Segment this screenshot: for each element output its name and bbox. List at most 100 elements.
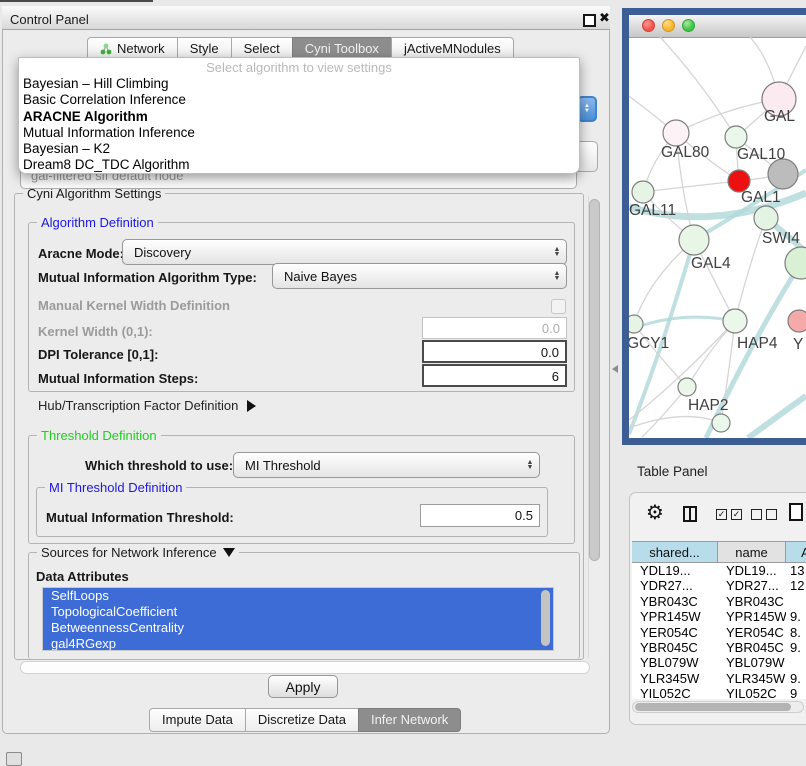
focused-combobox-stepper-fragment[interactable]: ▲▼ (577, 96, 597, 122)
mi-steps-label: Mutual Information Steps: (38, 371, 198, 386)
export-table-icon[interactable] (789, 503, 803, 521)
mi-threshold-field[interactable]: 0.5 (420, 504, 540, 527)
manual-kernel-width-checkbox[interactable] (551, 299, 566, 314)
sources-title-label: Sources for Network Inference (41, 545, 217, 560)
table-row[interactable]: YBR043CYBR043C (632, 594, 806, 609)
table-horizontal-scrollbar[interactable] (632, 701, 804, 713)
network-node-hap2[interactable] (678, 378, 696, 396)
close-icon[interactable]: ✖ (599, 10, 610, 26)
columns-icon[interactable] (683, 506, 697, 522)
mi-algorithm-type-value: Naive Bayes (273, 269, 548, 284)
data-attributes-list[interactable]: SelfLoopsTopologicalCoefficientBetweenne… (42, 587, 554, 651)
network-node-label: GAL11 (629, 202, 676, 219)
network-node[interactable] (712, 414, 730, 432)
table-cell: YDR27... (632, 578, 718, 593)
tab-impute-data[interactable]: Impute Data (149, 708, 246, 732)
network-node[interactable] (785, 247, 806, 279)
network-node-gal10[interactable] (725, 126, 747, 148)
float-window-icon[interactable] (583, 14, 596, 27)
tab-style-label: Style (190, 41, 219, 56)
hub-definition-label: Hub/Transcription Factor Definition (38, 398, 238, 413)
data-attribute-item[interactable]: gal4RGexp (43, 636, 553, 651)
algorithm-option[interactable]: Dream8 DC_TDC Algorithm (19, 157, 579, 173)
zoom-traffic-light-icon[interactable] (682, 19, 695, 32)
table-cell: YIL052C (718, 686, 786, 699)
table-cell: YBL079W (632, 655, 718, 670)
network-node-gcy1[interactable] (629, 315, 643, 333)
network-node-gal4[interactable] (679, 225, 709, 255)
network-edge[interactable] (642, 387, 687, 437)
table-cell: YPR145W (718, 609, 786, 624)
network-edge[interactable] (629, 417, 721, 428)
algorithm-option[interactable]: Basic Correlation Inference (19, 92, 579, 108)
table-cell: YBR045C (718, 640, 786, 655)
splitter-arrow-icon[interactable] (612, 365, 618, 373)
kernel-width-field[interactable]: 0.0 (422, 317, 567, 339)
combobox-fragment[interactable] (577, 141, 598, 172)
dpi-tolerance-field[interactable]: 0.0 (422, 340, 567, 363)
apply-button[interactable]: Apply (268, 675, 338, 698)
algorithm-option[interactable]: Bayesian – K2 (19, 141, 579, 157)
data-attribute-item[interactable]: BetweennessCentrality (43, 620, 553, 636)
table-row[interactable]: YIL052CYIL052C9 (632, 686, 806, 699)
network-node-y[interactable] (788, 310, 806, 332)
algorithm-option[interactable]: ARACNE Algorithm (19, 109, 579, 125)
settings-horizontal-scrollbar[interactable] (20, 661, 590, 674)
column-header-cutoff[interactable]: A (786, 542, 806, 563)
tab-discretize-data[interactable]: Discretize Data (245, 708, 359, 732)
list-scrollbar-thumb[interactable] (541, 590, 550, 646)
column-header-shared-name[interactable]: shared... (632, 542, 718, 563)
table-row[interactable]: YBL079WYBL079W (632, 655, 806, 670)
network-node-hap4[interactable] (723, 309, 747, 333)
table-scrollbar-thumb[interactable] (635, 703, 791, 711)
settings-scrollbar-thumb[interactable] (589, 199, 600, 561)
table-row[interactable]: YPR145WYPR145W9. (632, 609, 806, 624)
minimize-traffic-light-icon[interactable] (662, 19, 675, 32)
gear-icon[interactable]: ⚙ (646, 503, 664, 523)
combo-stepper-icon: ▲▼ (548, 271, 566, 281)
table-row[interactable]: YBR045CYBR045C9. (632, 640, 806, 655)
kernel-width-label: Kernel Width (0,1): (38, 324, 153, 339)
mi-threshold-definition-title: MI Threshold Definition (45, 480, 186, 495)
bottom-tabs: Impute Data Discretize Data Infer Networ… (150, 708, 461, 732)
data-attribute-item[interactable]: SelfLoops (43, 588, 553, 604)
table-cell: 8. (786, 625, 806, 640)
tab-infer-network[interactable]: Infer Network (358, 708, 461, 732)
network-graph[interactable]: GALGAL80GAL10GAL1GAL11SWI4GAL4GCY1HAP4YH… (629, 37, 806, 438)
network-canvas[interactable]: GALGAL80GAL10GAL1GAL11SWI4GAL4GCY1HAP4YH… (629, 37, 806, 438)
network-edge[interactable] (748, 396, 806, 438)
network-tab-icon (100, 43, 112, 55)
table-row[interactable]: YDR27...YDR27...12 (632, 578, 806, 593)
network-edge[interactable] (629, 317, 735, 330)
deselect-all-checkboxes-icon[interactable] (751, 509, 777, 520)
network-node-label: GAL (764, 108, 795, 125)
which-threshold-select[interactable]: MI Threshold ▲▼ (233, 452, 540, 478)
minimized-panel-icon[interactable] (6, 752, 22, 766)
algorithm-option[interactable]: Mutual Information Inference (19, 125, 579, 141)
mi-steps-field[interactable]: 6 (422, 364, 567, 387)
algorithm-dropdown-popup: Select algorithm to view settings Bayesi… (18, 57, 580, 174)
aracne-mode-select[interactable]: Discovery ▲▼ (122, 239, 567, 265)
table-cell: YDL19... (718, 563, 786, 578)
hub-definition-expander[interactable]: Hub/Transcription Factor Definition (38, 398, 256, 413)
table-row[interactable]: YER054CYER054C8. (632, 625, 806, 640)
column-header-name[interactable]: name (718, 542, 786, 563)
network-edge[interactable] (643, 181, 739, 192)
table-row[interactable]: YDL19...YDL19...13 (632, 563, 806, 578)
mi-algorithm-type-select[interactable]: Naive Bayes ▲▼ (272, 263, 567, 289)
network-node-gal11[interactable] (632, 181, 654, 203)
data-attribute-item[interactable]: TopologicalCoefficient (43, 604, 553, 620)
table-cell: 9. (786, 640, 806, 655)
table-cell: YPR145W (632, 609, 718, 624)
table-row[interactable]: YLR345WYLR345W9. (632, 671, 806, 686)
network-window-titlebar[interactable] (629, 15, 806, 38)
select-all-checkboxes-icon[interactable]: ✓✓ (716, 509, 742, 520)
network-node[interactable] (768, 159, 798, 189)
close-traffic-light-icon[interactable] (642, 19, 655, 32)
control-panel-titlebar[interactable] (2, 6, 610, 30)
network-node-gal80[interactable] (663, 120, 689, 146)
tab-jactivemnodules-label: jActiveMNodules (404, 41, 501, 56)
algorithm-option[interactable]: Bayesian – Hill Climbing (19, 76, 579, 92)
network-node-swi4[interactable] (754, 206, 778, 230)
sources-group-title[interactable]: Sources for Network Inference (37, 545, 239, 560)
